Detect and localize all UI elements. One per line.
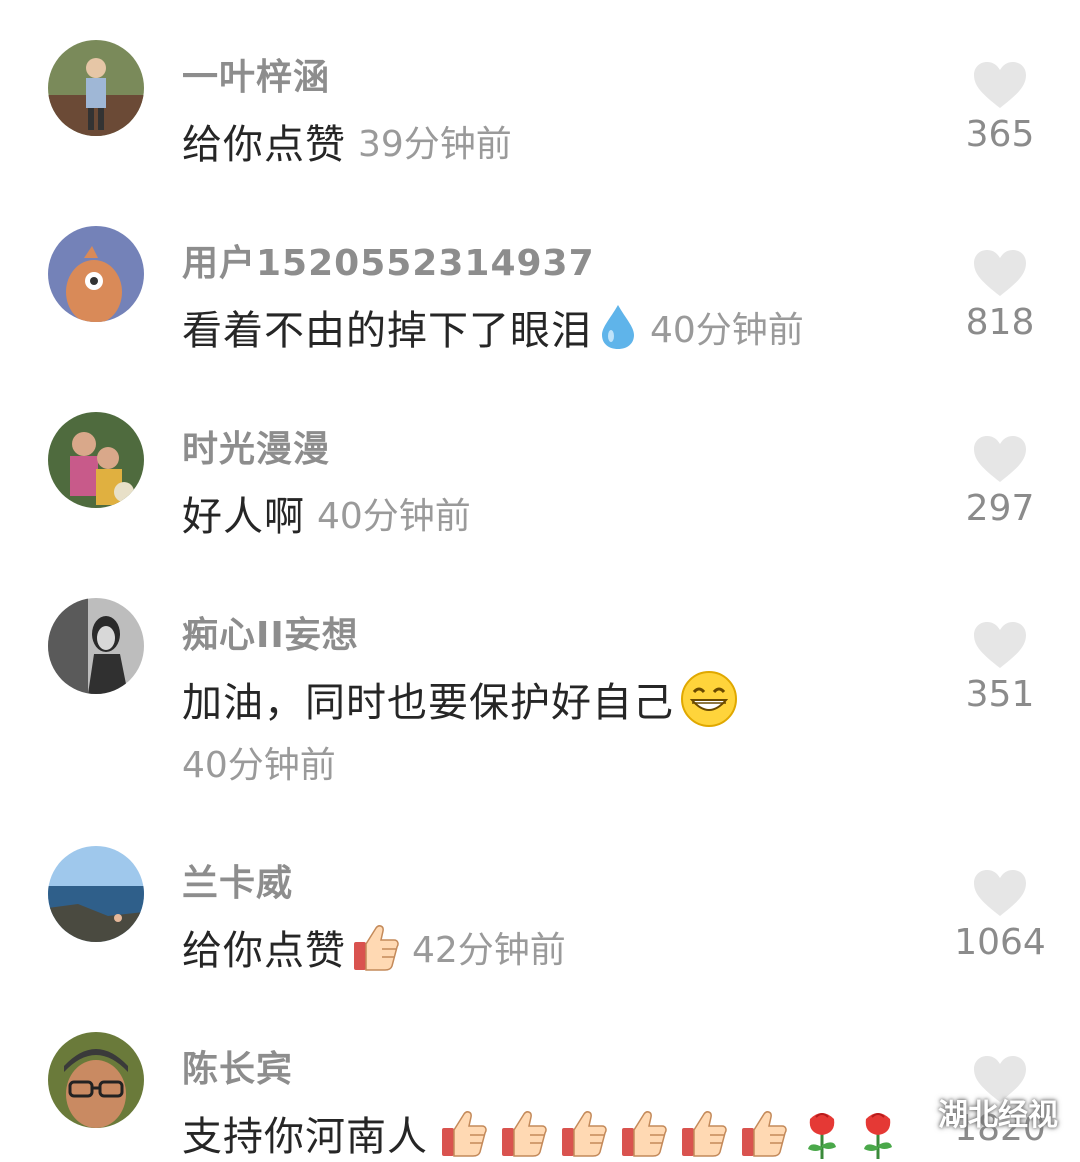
username[interactable]: 用户1520552314937 — [182, 234, 595, 286]
droplet-emoji — [598, 303, 638, 351]
timestamp: 40分钟前 — [317, 496, 471, 537]
heart-icon[interactable] — [972, 434, 1028, 484]
rose-emoji — [800, 1105, 844, 1161]
like-count: 351 — [965, 674, 1035, 715]
thumbs-up-emoji — [560, 1108, 608, 1158]
thumbs-up-emoji — [680, 1108, 728, 1158]
like-button[interactable]: 365 — [920, 60, 1080, 155]
username[interactable]: 兰卡威 — [182, 854, 293, 906]
avatar[interactable] — [48, 226, 144, 322]
like-count: 818 — [965, 302, 1035, 343]
watermark-text: 湖北经视 — [938, 1098, 1058, 1133]
thumbs-up-emoji — [740, 1108, 788, 1158]
heart-icon[interactable] — [972, 868, 1028, 918]
comment-text: 给你点赞 42分钟前 — [182, 918, 566, 976]
avatar[interactable] — [48, 846, 144, 942]
username[interactable]: 一叶梓涵 — [182, 48, 330, 100]
username[interactable]: 陈长宾 — [182, 1040, 293, 1092]
grin-emoji — [680, 670, 738, 728]
heart-icon[interactable] — [972, 248, 1028, 298]
like-button[interactable]: 1064 — [920, 868, 1080, 963]
like-count: 297 — [965, 488, 1035, 529]
like-button[interactable]: 351 — [920, 620, 1080, 715]
avatar[interactable] — [48, 412, 144, 508]
watermark: 湖北经视 — [890, 1090, 1058, 1134]
comment-text: 看着不由的掉下了眼泪 40分钟前 — [182, 298, 804, 356]
like-button[interactable]: 818 — [920, 248, 1080, 343]
comment-text: 支持你河南人 — [182, 1104, 900, 1162]
username[interactable]: 痴心II妄想 — [182, 606, 359, 658]
emoji-row — [428, 1105, 900, 1161]
timestamp: 40分钟前 — [650, 310, 804, 351]
username[interactable]: 时光漫漫 — [182, 420, 330, 472]
heart-icon[interactable] — [972, 60, 1028, 110]
thumbs-up-emoji — [620, 1108, 668, 1158]
avatar[interactable] — [48, 1032, 144, 1128]
comment-text: 好人啊 40分钟前 — [182, 484, 471, 542]
like-count: 1064 — [954, 922, 1046, 963]
thumbs-up-emoji — [352, 922, 400, 972]
timestamp: 40分钟前 — [182, 745, 336, 786]
comment-text: 加油，同时也要保护好自己 — [182, 670, 738, 728]
heart-icon[interactable] — [972, 620, 1028, 670]
thumbs-up-emoji — [440, 1108, 488, 1158]
comment-text: 给你点赞 39分钟前 — [182, 112, 512, 170]
timestamp: 39分钟前 — [358, 124, 512, 165]
timestamp: 42分钟前 — [412, 930, 566, 971]
like-count: 365 — [965, 114, 1035, 155]
like-button[interactable]: 297 — [920, 434, 1080, 529]
wechat-icon — [890, 1095, 930, 1127]
avatar[interactable] — [48, 598, 144, 694]
avatar[interactable] — [48, 40, 144, 136]
thumbs-up-emoji — [500, 1108, 548, 1158]
